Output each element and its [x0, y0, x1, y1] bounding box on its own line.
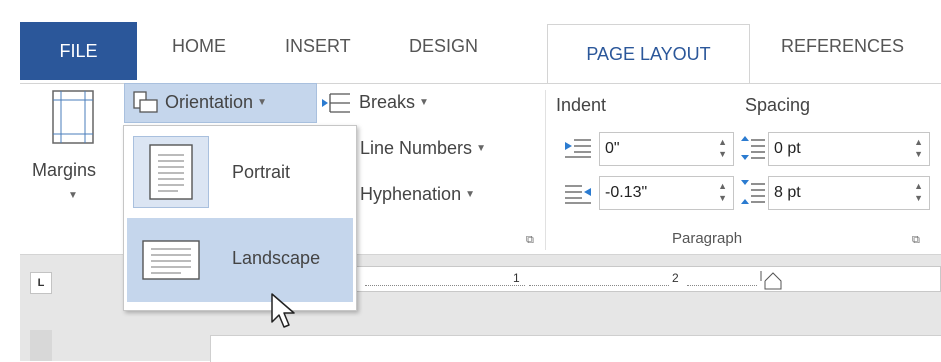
portrait-icon-box [133, 136, 209, 208]
indent-heading: Indent [556, 95, 607, 115]
orientation-dropdown-arrow: ▼ [257, 97, 267, 108]
horizontal-ruler[interactable]: 1 2 [356, 266, 941, 292]
indent-left-input[interactable]: 0" ▲ ▼ [599, 132, 734, 166]
ruler-ticks [365, 273, 525, 286]
line-numbers-button[interactable]: Line Numbers ▼ [360, 138, 535, 166]
spacing-after-icon [741, 180, 765, 204]
indent-left-value: 0" [605, 140, 620, 157]
ruler-mark-1: 1 [513, 271, 520, 285]
orientation-dropdown-menu: Portrait Landscape [123, 125, 357, 311]
spacing-before-input[interactable]: 0 pt ▲ ▼ [768, 132, 930, 166]
spacing-heading: Spacing [745, 95, 811, 115]
tab-selector-button[interactable]: L [30, 272, 52, 294]
spacing-after-value: 8 pt [774, 184, 801, 201]
tab-insert[interactable]: INSERT [285, 36, 351, 57]
spacing-before-icon [741, 136, 765, 160]
landscape-page-icon [142, 240, 200, 280]
indent-right-input[interactable]: -0.13" ▲ ▼ [599, 176, 734, 210]
breaks-button[interactable]: Breaks ▼ [322, 88, 472, 120]
hyphenation-button[interactable]: Hyphenation ▼ [360, 184, 535, 212]
tab-design[interactable]: DESIGN [409, 36, 478, 57]
indent-right-icon [565, 185, 591, 204]
ruler-ticks [687, 273, 757, 286]
ruler-ticks [529, 273, 669, 286]
mouse-cursor-icon [271, 293, 295, 328]
menu-item-landscape-label: Landscape [232, 248, 321, 268]
margins-button[interactable]: Margins ▼ [24, 90, 120, 230]
margins-icon [52, 90, 94, 144]
document-page[interactable] [210, 335, 941, 362]
breaks-label: Breaks ▼ [359, 92, 429, 112]
indent-right-value: -0.13" [605, 184, 648, 201]
portrait-page-icon [149, 144, 193, 200]
menu-item-portrait-label: Portrait [232, 162, 291, 182]
indent-right-spinner-icon[interactable]: ▲ ▼ [718, 180, 727, 204]
group-separator [545, 90, 546, 250]
margins-label: Margins [32, 160, 97, 180]
tab-file[interactable]: FILE [20, 22, 137, 80]
menu-item-landscape[interactable]: Landscape [127, 218, 353, 302]
line-numbers-label: Line Numbers ▼ [360, 138, 486, 158]
margins-dropdown-arrow: ▼ [68, 190, 78, 201]
indent-left-icon [565, 139, 591, 158]
line-numbers-dropdown-arrow: ▼ [476, 143, 486, 154]
menu-item-portrait[interactable]: Portrait [127, 130, 353, 214]
spacing-after-input[interactable]: 8 pt ▲ ▼ [768, 176, 930, 210]
breaks-dropdown-arrow: ▼ [419, 97, 429, 108]
spacing-before-value: 0 pt [774, 140, 801, 157]
tab-home[interactable]: HOME [172, 36, 226, 57]
paragraph-group-label: Paragraph [672, 230, 743, 247]
tab-page-layout[interactable]: PAGE LAYOUT [547, 24, 750, 84]
spacing-before-spinner-icon[interactable]: ▲ ▼ [914, 136, 923, 160]
orientation-button[interactable]: Orientation ▼ [124, 83, 317, 123]
orientation-label: Orientation ▼ [165, 92, 267, 112]
landscape-icon-box [133, 224, 209, 296]
hyphenation-dropdown-arrow: ▼ [465, 189, 475, 200]
breaks-icon [322, 93, 350, 113]
spacing-after-spinner-icon[interactable]: ▲ ▼ [914, 180, 923, 204]
orientation-icon [133, 91, 158, 113]
paragraph-dialog-launcher-icon[interactable]: ⧉ [912, 234, 920, 247]
ruler-mark-2: 2 [672, 271, 679, 285]
ribbon-tab-bar: FILE HOME INSERT DESIGN PAGE LAYOUT REFE… [0, 0, 941, 84]
right-indent-marker-icon[interactable] [759, 269, 789, 293]
hyphenation-label: Hyphenation ▼ [360, 184, 475, 204]
vertical-ruler [30, 330, 52, 361]
page-setup-dialog-launcher-icon[interactable]: ⧉ [526, 234, 534, 247]
indent-left-spinner-icon[interactable]: ▲ ▼ [718, 136, 727, 160]
tab-references[interactable]: REFERENCES [781, 36, 904, 57]
